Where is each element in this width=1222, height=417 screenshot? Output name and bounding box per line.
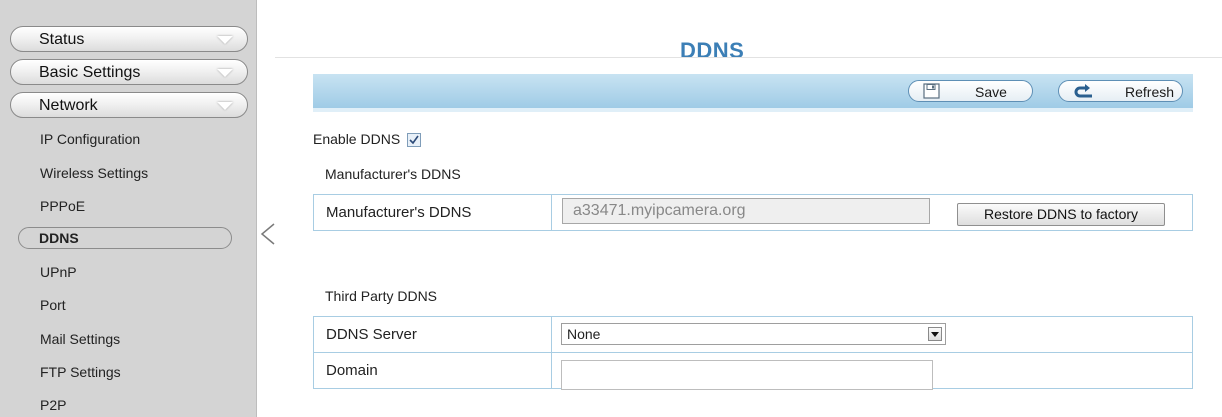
manufacturer-ddns-field: a33471.myipcamera.org [562,198,930,224]
page-title: DDNS [680,38,745,63]
sidebar-item-pppoe[interactable]: PPPoE [40,198,85,214]
domain-input[interactable] [561,360,933,390]
checkmark-icon [409,135,419,145]
network-menu-button[interactable]: Network [10,92,248,118]
sidebar: Status Basic Settings Network IP Configu… [0,0,256,417]
undo-arrow-icon [1074,84,1092,98]
enable-ddns-row: Enable DDNS [313,131,422,147]
save-label: Save [975,84,1007,100]
chevron-down-icon [217,36,233,44]
manufacturer-ddns-field-label: Manufacturer's DDNS [313,194,552,231]
sidebar-item-p2p[interactable]: P2P [40,397,66,413]
sidebar-item-mail-settings[interactable]: Mail Settings [40,331,120,347]
network-menu-label: Network [39,97,98,114]
basic-settings-menu-label: Basic Settings [39,64,141,81]
sidebar-item-ftp-settings[interactable]: FTP Settings [40,364,121,380]
third-party-ddns-section-title: Third Party DDNS [325,288,438,304]
status-menu-label: Status [39,31,85,48]
active-pointer-icon [260,223,275,245]
status-menu-button[interactable]: Status [10,26,248,52]
manufacturer-ddns-section-title: Manufacturer's DDNS [325,166,461,182]
enable-ddns-checkbox[interactable] [407,133,422,147]
chevron-down-icon [217,102,233,110]
floppy-disk-icon [923,83,940,99]
ddns-server-label: DDNS Server [313,316,552,353]
sidebar-item-ddns[interactable]: DDNS [18,227,232,249]
restore-ddns-button[interactable]: Restore DDNS to factory [957,203,1165,226]
sidebar-item-ip-configuration[interactable]: IP Configuration [40,131,140,147]
chevron-down-icon [217,69,233,77]
sidebar-divider [256,0,257,417]
sidebar-item-port[interactable]: Port [40,297,66,313]
sidebar-item-wireless-settings[interactable]: Wireless Settings [40,165,148,181]
title-divider [275,57,1222,58]
basic-settings-menu-button[interactable]: Basic Settings [10,59,248,85]
refresh-label: Refresh [1125,84,1175,100]
save-button[interactable]: Save [908,80,1033,102]
refresh-button[interactable]: Refresh [1058,80,1183,102]
sidebar-item-upnp[interactable]: UPnP [40,264,77,280]
ddns-server-select[interactable]: None [561,323,946,345]
domain-label: Domain [313,352,552,389]
chevron-down-icon[interactable] [928,327,942,341]
ddns-server-selected-value: None [567,326,601,342]
toolbar: Save Refresh [313,74,1193,112]
enable-ddns-label: Enable DDNS [313,131,401,147]
